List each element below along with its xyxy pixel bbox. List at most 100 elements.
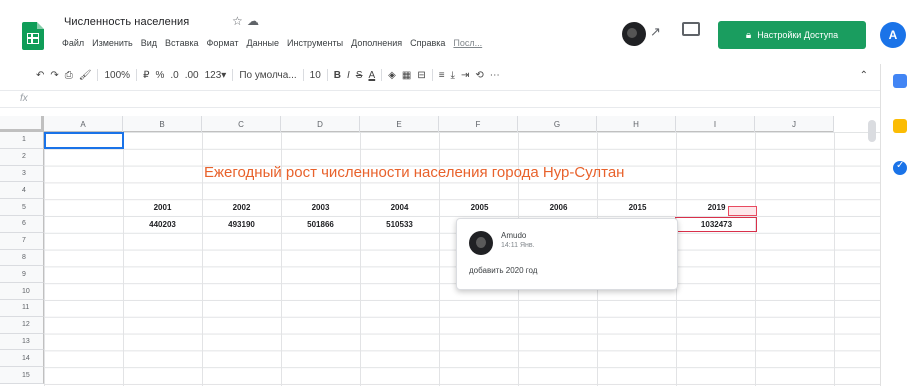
comments-icon[interactable] bbox=[682, 22, 700, 36]
row-header[interactable]: 7 bbox=[0, 232, 44, 250]
row-headers: 1 2 3 4 5 6 7 8 9 10 11 12 13 14 15 bbox=[0, 132, 44, 384]
menu-file[interactable]: Файл bbox=[62, 38, 84, 48]
calendar-icon[interactable] bbox=[893, 74, 907, 88]
cloud-icon[interactable]: ☁ bbox=[247, 14, 259, 28]
redo-icon[interactable]: ↷ bbox=[50, 70, 58, 81]
year-cell[interactable]: 2004 bbox=[360, 203, 439, 212]
column-header-g[interactable]: G bbox=[518, 116, 597, 132]
document-title[interactable]: Численность населения bbox=[64, 16, 189, 28]
horizontal-align-icon[interactable]: ≡ bbox=[439, 70, 445, 81]
text-color-button[interactable]: A bbox=[368, 70, 375, 81]
column-header-h[interactable]: H bbox=[597, 116, 676, 132]
font-select[interactable]: По умолча... bbox=[239, 70, 296, 81]
year-cell[interactable]: 2002 bbox=[202, 203, 281, 212]
text-wrap-icon[interactable]: ⇥ bbox=[461, 70, 469, 81]
menu-insert[interactable]: Вставка bbox=[165, 38, 198, 48]
borders-icon[interactable]: ▦ bbox=[402, 70, 411, 81]
row-header[interactable]: 11 bbox=[0, 299, 44, 317]
strikethrough-button[interactable]: S bbox=[356, 70, 363, 81]
menu-edit[interactable]: Изменить bbox=[92, 38, 133, 48]
menu-tools[interactable]: Инструменты bbox=[287, 38, 343, 48]
fill-color-icon[interactable]: ◈ bbox=[388, 70, 396, 81]
column-header-a[interactable]: A bbox=[44, 116, 123, 132]
text-rotate-icon[interactable]: ⟲ bbox=[475, 70, 483, 81]
divider bbox=[326, 69, 328, 81]
app-header: Численность населения ☆ ☁ Файл Изменить … bbox=[0, 0, 920, 64]
sheet-heading: Ежегодный рост численности населения гор… bbox=[204, 164, 625, 181]
toolbar: ↶ ↷ ⎙ 🖌︎ 100% ₽ % .0 .00 123▾ По умолча.… bbox=[0, 64, 880, 86]
row-header[interactable]: 12 bbox=[0, 316, 44, 334]
year-cell[interactable]: 2005 bbox=[440, 203, 519, 212]
formula-bar[interactable]: fx bbox=[0, 90, 880, 108]
zoom-select[interactable]: 100% bbox=[104, 70, 130, 81]
tasks-icon[interactable] bbox=[893, 160, 907, 175]
value-cell[interactable]: 501866 bbox=[281, 220, 360, 229]
column-header-f[interactable]: F bbox=[439, 116, 518, 132]
paint-format-icon[interactable]: 🖌︎ bbox=[79, 70, 92, 81]
last-edit-link[interactable]: Посл... bbox=[453, 38, 482, 48]
column-header-c[interactable]: C bbox=[202, 116, 281, 132]
fx-icon: fx bbox=[20, 93, 28, 104]
side-panel bbox=[880, 64, 920, 386]
column-header-b[interactable]: B bbox=[123, 116, 202, 132]
collaborator-avatar[interactable] bbox=[622, 22, 646, 46]
menu-bar: Файл Изменить Вид Вставка Формат Данные … bbox=[62, 38, 482, 48]
value-cell[interactable]: 510533 bbox=[360, 220, 439, 229]
divider bbox=[431, 69, 433, 81]
undo-icon[interactable]: ↶ bbox=[36, 70, 44, 81]
star-icon[interactable]: ☆ bbox=[232, 14, 243, 28]
menu-format[interactable]: Формат bbox=[207, 38, 239, 48]
select-all-corner[interactable] bbox=[0, 116, 44, 132]
italic-button[interactable]: I bbox=[347, 70, 350, 81]
keep-icon[interactable] bbox=[893, 119, 907, 133]
number-format-select[interactable]: 123▾ bbox=[205, 70, 227, 81]
print-icon[interactable]: ⎙ bbox=[65, 70, 73, 81]
activity-icon[interactable]: ↗ bbox=[650, 24, 661, 40]
year-cell[interactable]: 2015 bbox=[598, 203, 677, 212]
vertical-align-icon[interactable]: ⤓ bbox=[451, 70, 455, 81]
more-icon[interactable]: ⋯ bbox=[490, 70, 500, 81]
row-header[interactable]: 1 bbox=[0, 132, 44, 149]
row-header[interactable]: 15 bbox=[0, 367, 44, 384]
row-header[interactable]: 8 bbox=[0, 249, 44, 267]
row-header[interactable]: 3 bbox=[0, 165, 44, 183]
year-cell[interactable]: 2003 bbox=[281, 203, 360, 212]
row-header[interactable]: 9 bbox=[0, 266, 44, 284]
comment-indicator-cell[interactable] bbox=[728, 206, 757, 216]
collapse-toolbar-icon[interactable]: ⌃ bbox=[860, 70, 868, 81]
account-avatar[interactable]: A bbox=[880, 22, 906, 48]
merge-cells-icon[interactable]: ⊟ bbox=[417, 70, 425, 81]
row-header[interactable]: 13 bbox=[0, 333, 44, 351]
share-button-label: Настройки Доступа bbox=[757, 30, 839, 40]
percent-format-button[interactable]: % bbox=[155, 70, 164, 81]
value-cell[interactable]: 440203 bbox=[123, 220, 202, 229]
year-cell[interactable]: 2006 bbox=[519, 203, 598, 212]
row-header[interactable]: 14 bbox=[0, 350, 44, 368]
font-size-select[interactable]: 10 bbox=[310, 70, 321, 81]
currency-format-button[interactable]: ₽ bbox=[143, 70, 149, 81]
row-header[interactable]: 4 bbox=[0, 182, 44, 200]
spreadsheet-grid[interactable]: A B C D E F G H I J 1 2 3 4 5 6 7 8 9 10… bbox=[0, 116, 880, 386]
row-header[interactable]: 10 bbox=[0, 283, 44, 300]
value-cell[interactable]: 493190 bbox=[202, 220, 281, 229]
comment-popup[interactable]: Amudo 14:11 Янв. добавить 2020 год bbox=[456, 218, 678, 290]
column-header-i[interactable]: I bbox=[676, 116, 755, 132]
menu-help[interactable]: Справка bbox=[410, 38, 445, 48]
share-button[interactable]: 🔒︎ Настройки Доступа bbox=[718, 21, 866, 49]
sheets-logo-icon[interactable] bbox=[22, 22, 44, 50]
menu-view[interactable]: Вид bbox=[141, 38, 157, 48]
column-header-d[interactable]: D bbox=[281, 116, 360, 132]
menu-addons[interactable]: Дополнения bbox=[351, 38, 402, 48]
highlighted-value-cell[interactable] bbox=[675, 217, 757, 232]
row-header[interactable]: 2 bbox=[0, 148, 44, 166]
column-header-e[interactable]: E bbox=[360, 116, 439, 132]
vertical-scrollbar[interactable] bbox=[868, 120, 876, 142]
column-header-j[interactable]: J bbox=[755, 116, 834, 132]
menu-data[interactable]: Данные bbox=[246, 38, 279, 48]
bold-button[interactable]: B bbox=[334, 70, 341, 81]
year-cell[interactable]: 2001 bbox=[123, 203, 202, 212]
increase-decimals-button[interactable]: .00 bbox=[185, 70, 199, 81]
lock-icon: 🔒︎ bbox=[745, 29, 752, 41]
decrease-decimals-button[interactable]: .0 bbox=[170, 70, 178, 81]
selected-cell-a1[interactable] bbox=[44, 132, 124, 149]
